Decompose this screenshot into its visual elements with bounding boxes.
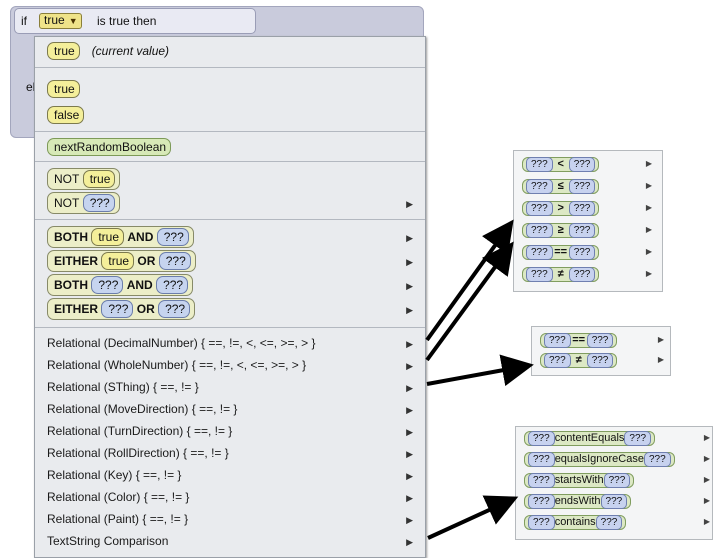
callout-arrows xyxy=(425,219,534,540)
arrow-textstring-to-text xyxy=(427,495,519,540)
arrow-whole-to-numeric xyxy=(425,241,514,362)
arrow-sthing-to-equality xyxy=(426,354,534,387)
arrow-decimal-to-numeric xyxy=(425,219,514,342)
